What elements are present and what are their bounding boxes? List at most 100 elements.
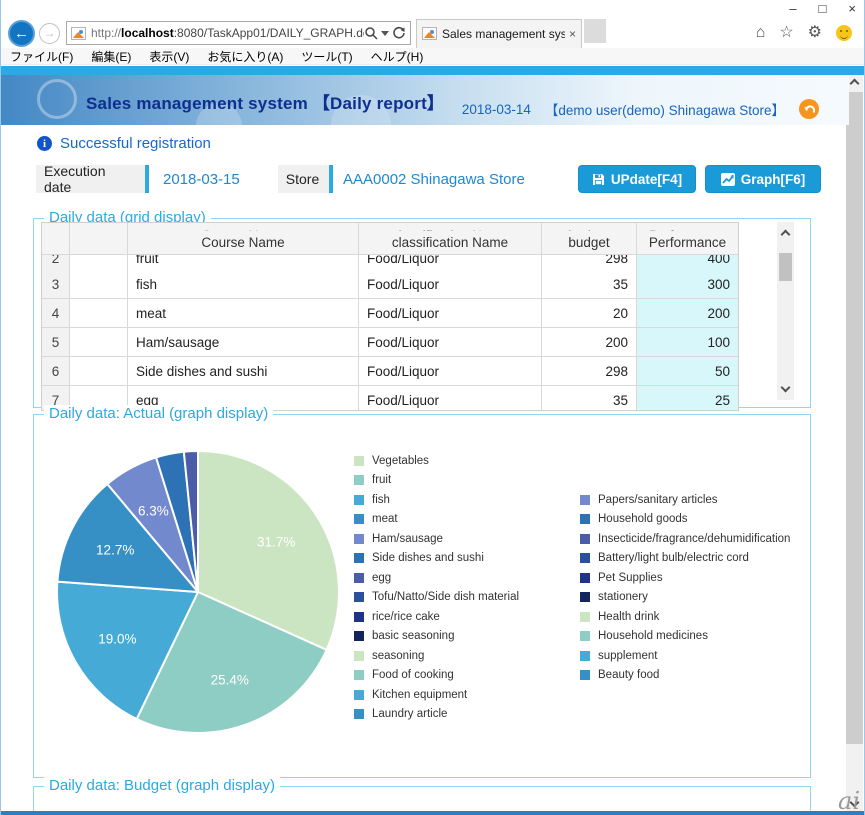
- save-icon: [592, 173, 605, 186]
- new-tab-stub[interactable]: [584, 19, 606, 43]
- menu-bar: ファイル(F) 編集(E) 表示(V) お気に入り(A) ツール(T) ヘルプ(…: [1, 48, 864, 65]
- tab-close-icon[interactable]: ×: [569, 27, 576, 41]
- legend-swatch-icon: [354, 553, 364, 563]
- execution-date-field[interactable]: 2018-03-15: [163, 165, 240, 193]
- pie-slice-label: 19.0%: [98, 632, 136, 647]
- grid-scrollbar-thumb[interactable]: [779, 253, 792, 281]
- feedback-smiley-icon[interactable]: [836, 25, 852, 41]
- url-text[interactable]: http://localhost:8080/TaskApp01/DAILY_GR…: [91, 26, 364, 40]
- execution-date-label: Execution date: [36, 165, 149, 193]
- table-cell: 50: [637, 357, 738, 386]
- settings-gear-icon[interactable]: ⚙: [808, 25, 822, 41]
- table-cell: 298: [542, 357, 637, 386]
- legend-swatch-icon: [354, 631, 364, 641]
- info-icon: i: [37, 136, 52, 151]
- legend-swatch-icon: [354, 534, 364, 544]
- table-row[interactable]: 4meatFood/Liquor20200: [42, 299, 738, 328]
- table-cell: 400: [637, 255, 738, 270]
- address-bar[interactable]: http://localhost:8080/TaskApp01/DAILY_GR…: [66, 21, 411, 45]
- legend-item: Battery/light bulb/electric cord: [580, 549, 790, 569]
- menu-tools[interactable]: ツール(T): [292, 48, 361, 65]
- legend-label: Health drink: [598, 611, 659, 623]
- home-icon[interactable]: ⌂: [756, 25, 766, 41]
- legend-swatch-icon: [580, 631, 590, 641]
- accent-bar: [1, 66, 864, 75]
- table-cell: Food/Liquor: [359, 299, 542, 328]
- legend-label: Vegetables: [372, 455, 429, 467]
- legend-swatch-icon: [354, 709, 364, 719]
- update-button[interactable]: UPdate[F4]: [578, 165, 696, 193]
- legend-label: Food of cooking: [372, 669, 454, 681]
- grid-header-row: Course Nameclassification NamebudgetPerf…: [42, 231, 738, 255]
- grid-column-header: [70, 223, 128, 231]
- graph-button[interactable]: Graph[F6]: [705, 165, 821, 193]
- legend-label: meat: [372, 513, 398, 525]
- pie-legend-column-1: VegetablesfruitfishmeatHam/sausageSide d…: [354, 451, 519, 724]
- forward-button[interactable]: →: [39, 23, 60, 44]
- menu-view[interactable]: 表示(V): [140, 48, 198, 65]
- menu-file[interactable]: ファイル(F): [1, 48, 82, 65]
- table-row[interactable]: 3fishFood/Liquor35300: [42, 270, 738, 299]
- maximize-button[interactable]: □: [819, 0, 827, 18]
- grid-column-header: budget: [542, 223, 637, 231]
- grid-column-header: classification Name: [359, 231, 542, 255]
- menu-help[interactable]: ヘルプ(H): [362, 48, 433, 65]
- grid-scroll-up-icon[interactable]: [777, 226, 794, 243]
- page-favicon-icon: [71, 27, 86, 40]
- table-row[interactable]: 2fruitFood/Liquor298400: [42, 255, 738, 270]
- grid-column-header: Course Name: [128, 223, 359, 231]
- table-cell: 35: [542, 270, 637, 299]
- back-button[interactable]: ←: [8, 20, 35, 47]
- table-cell: 25: [637, 386, 738, 410]
- table-cell: 200: [542, 328, 637, 357]
- status-message-text: Successful registration: [60, 135, 211, 152]
- legend-item: Kitchen equipment: [354, 685, 519, 705]
- table-cell: Food/Liquor: [359, 357, 542, 386]
- legend-item: Side dishes and sushi: [354, 549, 519, 569]
- legend-label: Beauty food: [598, 669, 659, 681]
- legend-item: Laundry article: [354, 705, 519, 725]
- legend-item: Pet Supplies: [580, 568, 790, 588]
- legend-label: rice/rice cake: [372, 611, 440, 623]
- table-cell: 2: [42, 255, 70, 270]
- actual-graph-section: Daily data: Actual (graph display) 31.7%…: [33, 414, 811, 778]
- legend-item: rice/rice cake: [354, 607, 519, 627]
- decorative-ring: [37, 79, 77, 119]
- logout-icon[interactable]: [799, 99, 819, 119]
- close-button[interactable]: ×: [848, 0, 856, 18]
- daily-data-grid: Course Nameclassification NamebudgetPerf…: [41, 222, 739, 411]
- table-cell: [70, 255, 128, 270]
- browser-tab[interactable]: Sales management system -... ×: [416, 19, 582, 48]
- legend-item: Health drink: [580, 607, 790, 627]
- search-icon[interactable]: [364, 26, 378, 40]
- table-cell: [70, 270, 128, 299]
- table-cell: 300: [637, 270, 738, 299]
- grid-scroll-down-icon[interactable]: [777, 379, 794, 396]
- pie-slice-label: 6.3%: [138, 503, 169, 518]
- legend-item: Household medicines: [580, 627, 790, 647]
- table-row[interactable]: 6Side dishes and sushiFood/Liquor29850: [42, 357, 738, 386]
- grid-scrollbar[interactable]: [777, 222, 794, 400]
- menu-edit[interactable]: 編集(E): [82, 48, 140, 65]
- table-row[interactable]: 5Ham/sausageFood/Liquor200100: [42, 328, 738, 357]
- favorites-star-icon[interactable]: ☆: [779, 25, 793, 41]
- legend-swatch-icon: [354, 651, 364, 661]
- legend-label: seasoning: [372, 650, 424, 662]
- table-cell: [70, 357, 128, 386]
- pie-slice-label: 31.7%: [257, 535, 295, 550]
- legend-swatch-icon: [354, 612, 364, 622]
- legend-item: Household goods: [580, 510, 790, 530]
- menu-favorites[interactable]: お気に入り(A): [198, 48, 292, 65]
- table-cell: 3: [42, 270, 70, 299]
- minimize-button[interactable]: –: [789, 0, 796, 18]
- legend-swatch-icon: [580, 553, 590, 563]
- legend-label: egg: [372, 572, 391, 584]
- legend-swatch-icon: [580, 651, 590, 661]
- grid-column-header: budget: [542, 231, 637, 255]
- legend-label: Battery/light bulb/electric cord: [598, 552, 749, 564]
- address-dropdown-icon[interactable]: [381, 31, 389, 36]
- legend-swatch-icon: [580, 534, 590, 544]
- legend-label: Pet Supplies: [598, 572, 663, 584]
- refresh-icon[interactable]: [392, 26, 406, 40]
- legend-label: Household goods: [598, 513, 688, 525]
